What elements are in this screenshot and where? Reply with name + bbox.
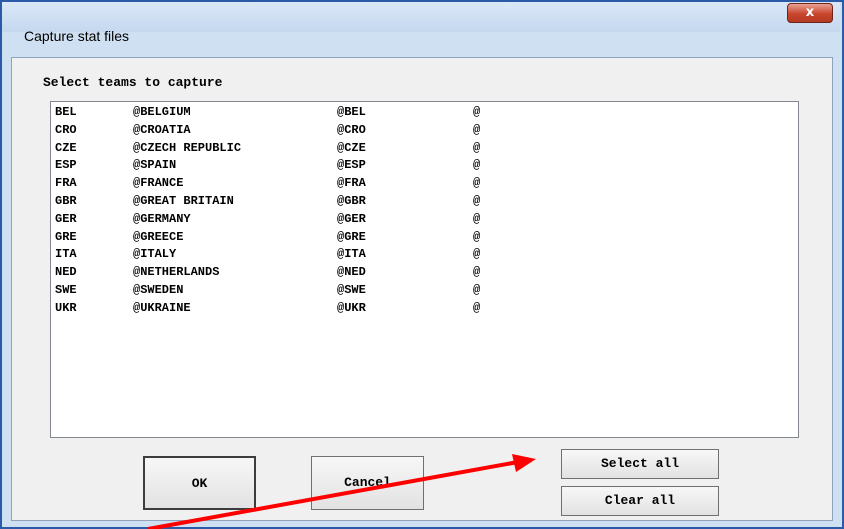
team-extra: @ [473, 300, 481, 315]
team-code: NED [55, 265, 77, 280]
team-name: @GERMANY [133, 211, 191, 226]
team-code: BEL [55, 105, 77, 119]
team-code: GBR [55, 194, 77, 208]
team-abbr: @ITA [337, 247, 366, 262]
team-abbr: @NED [337, 265, 366, 280]
team-abbr: @SWE [337, 283, 366, 297]
team-name: @CROATIA [133, 122, 191, 137]
select-teams-prompt: Select teams to capture [43, 75, 223, 90]
clear-all-button[interactable]: Clear all [561, 486, 719, 516]
team-extra: @ [473, 176, 481, 191]
team-abbr: @GBR [337, 194, 366, 208]
list-item[interactable]: GRE @GREECE @GRE @ [55, 230, 790, 246]
list-item[interactable]: ESP @SPAIN @ESP @ [55, 158, 790, 174]
team-abbr: @CZE [337, 140, 366, 155]
team-name: @FRANCE [133, 176, 184, 191]
team-name: @GREAT BRITAIN [133, 194, 234, 208]
team-code: CRO [55, 122, 77, 137]
team-code: GRE [55, 229, 77, 244]
team-code: SWE [55, 283, 77, 297]
list-item[interactable]: BEL @BELGIUM @BEL @ [55, 105, 790, 121]
team-abbr: @ESP [337, 158, 366, 173]
team-abbr: @CRO [337, 122, 366, 137]
close-button[interactable]: x [787, 3, 833, 23]
team-extra: @ [473, 140, 481, 155]
team-extra: @ [473, 211, 481, 226]
team-code: FRA [55, 176, 77, 191]
list-item[interactable]: GER @GERMANY @GER @ [55, 212, 790, 228]
list-item[interactable]: FRA @FRANCE @FRA @ [55, 176, 790, 192]
list-item[interactable]: GBR @GREAT BRITAIN @GBR @ [55, 194, 790, 210]
team-extra: @ [473, 194, 481, 208]
cancel-button[interactable]: Cancel [311, 456, 424, 510]
team-code: ESP [55, 158, 77, 173]
team-name: @ITALY [133, 247, 177, 262]
team-name: @BELGIUM [133, 105, 191, 119]
team-abbr: @FRA [337, 176, 366, 191]
list-item[interactable]: ITA @ITALY @ITA @ [55, 247, 790, 263]
list-item[interactable]: UKR @UKRAINE @UKR @ [55, 301, 790, 317]
team-extra: @ [473, 265, 481, 280]
select-all-button[interactable]: Select all [561, 449, 719, 479]
team-extra: @ [473, 122, 481, 137]
list-item[interactable]: SWE @SWEDEN @SWE @ [55, 283, 790, 299]
teams-listbox[interactable]: BEL @BELGIUM @BEL @ CRO @CROATIA @CRO @ CZE @CZEC… [50, 101, 799, 438]
ok-button[interactable]: OK [143, 456, 256, 510]
team-name: @GREECE [133, 229, 184, 244]
team-extra: @ [473, 105, 481, 119]
team-code: UKR [55, 300, 77, 315]
window-title: Capture stat files [24, 28, 130, 44]
team-extra: @ [473, 158, 481, 173]
list-item[interactable]: CRO @CROATIA @CRO @ [55, 123, 790, 139]
team-extra: @ [473, 283, 481, 297]
team-abbr: @GER [337, 211, 366, 226]
team-name: @SWEDEN [133, 283, 184, 297]
team-abbr: @GRE [337, 229, 366, 244]
team-code: GER [55, 211, 77, 226]
team-extra: @ [473, 247, 481, 262]
list-item[interactable]: NED @NETHERLANDS @NED @ [55, 265, 790, 281]
team-name: @UKRAINE [133, 300, 191, 315]
team-name: @SPAIN [133, 158, 177, 173]
team-code: ITA [55, 247, 77, 262]
team-extra: @ [473, 229, 481, 244]
team-abbr: @UKR [337, 300, 366, 315]
team-abbr: @BEL [337, 105, 366, 119]
team-name: @NETHERLANDS [133, 265, 220, 280]
team-code: CZE [55, 140, 77, 155]
team-name: @CZECH REPUBLIC [133, 140, 242, 155]
list-item[interactable]: CZE @CZECH REPUBLIC @CZE @ [55, 141, 790, 157]
